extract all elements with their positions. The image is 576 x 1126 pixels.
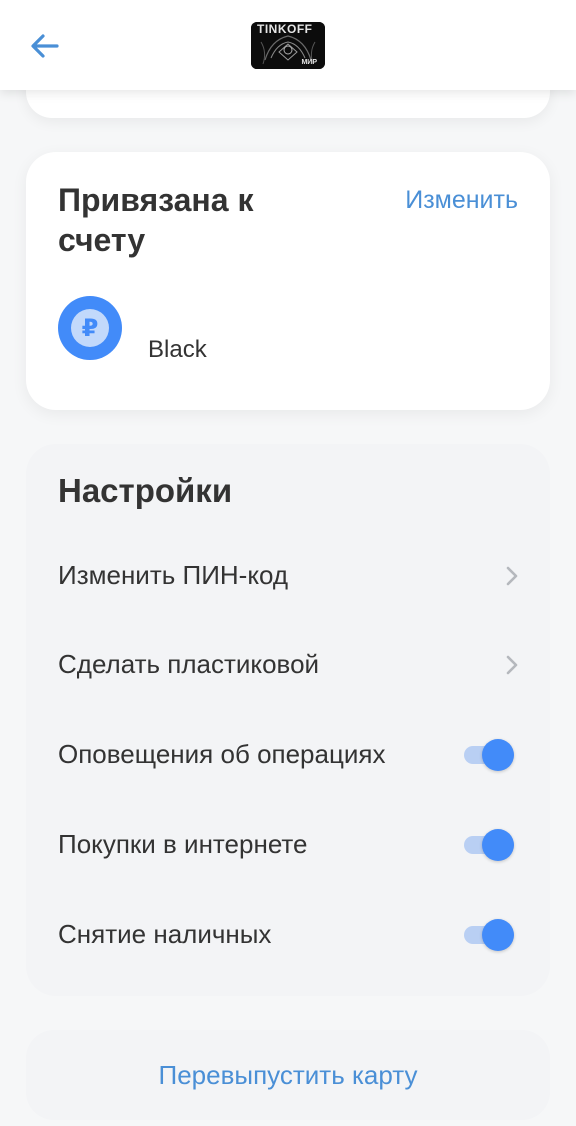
arrow-left-icon (31, 34, 59, 58)
change-account-button[interactable]: Изменить (405, 186, 518, 215)
card-brand-text: TINKOFF (257, 22, 313, 36)
settings-item-label: Сделать пластиковой (58, 649, 320, 679)
settings-item-make-plastic[interactable]: Сделать пластиковой (58, 635, 520, 695)
card-system-text: МИР (301, 59, 317, 66)
settings-item-change-pin[interactable]: Изменить ПИН-код (58, 546, 520, 606)
account-avatar[interactable]: ₽ (58, 296, 122, 360)
cash-withdrawal-toggle[interactable] (464, 919, 514, 951)
chevron-right-icon (506, 566, 518, 586)
settings-item-label: Покупки в интернете (58, 829, 308, 859)
reissue-card-button[interactable]: Перевыпустить карту (26, 1030, 550, 1120)
chevron-right-icon (506, 655, 518, 675)
card-settings-screen: TINKOFF МИР Привязана к счету Изменить ₽… (0, 0, 576, 1126)
back-button[interactable] (22, 26, 68, 66)
account-name[interactable]: Black (148, 336, 207, 364)
toggle-knob (482, 919, 514, 951)
settings-item-online-purchases[interactable]: Покупки в интернете (58, 815, 520, 875)
settings-item-label: Оповещения об операциях (58, 739, 414, 770)
linked-account-card: Привязана к счету Изменить ₽ Black (26, 152, 550, 410)
settings-item-label: Изменить ПИН-код (58, 560, 289, 590)
notifications-toggle[interactable] (464, 739, 514, 771)
card-thumbnail[interactable]: TINKOFF МИР (251, 22, 325, 69)
settings-card: Настройки Изменить ПИН-код Сделать пласт… (26, 444, 550, 996)
toggle-knob (482, 739, 514, 771)
settings-item-notifications[interactable]: Оповещения об операциях (58, 725, 520, 785)
toggle-knob (482, 829, 514, 861)
top-bar: TINKOFF МИР (0, 0, 576, 90)
settings-item-label: Снятие наличных (58, 919, 272, 949)
online-purchases-toggle[interactable] (464, 829, 514, 861)
linked-account-title: Привязана к счету (58, 182, 254, 258)
ruble-icon: ₽ (71, 309, 109, 347)
settings-item-cash-withdrawal[interactable]: Снятие наличных (58, 905, 520, 965)
settings-title: Настройки (58, 472, 233, 509)
